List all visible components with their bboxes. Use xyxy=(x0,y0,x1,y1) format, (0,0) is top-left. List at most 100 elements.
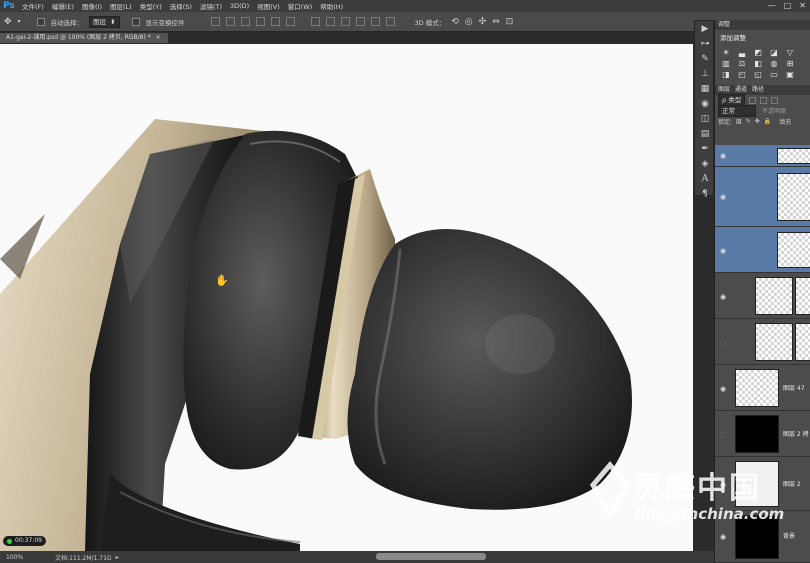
brightness-icon[interactable]: ☀ xyxy=(721,48,731,57)
navigator-icon[interactable]: ◈ xyxy=(695,156,715,171)
menu-edit[interactable]: 编辑(E) xyxy=(48,1,78,11)
clone-source-icon[interactable]: ⊥ xyxy=(695,66,715,81)
color-icon[interactable]: ◉ xyxy=(695,96,715,111)
lock-pixels-icon[interactable]: ▨ xyxy=(736,118,742,125)
auto-select-label: 自动选择： xyxy=(50,18,84,27)
distribute-left-icon[interactable] xyxy=(355,17,365,26)
menu-file[interactable]: 文件(F) xyxy=(18,1,48,11)
layer-row[interactable]: ◉ xyxy=(715,273,810,319)
curves-icon[interactable]: ◩ xyxy=(753,48,763,57)
tab-paths[interactable]: 路径 xyxy=(752,85,764,95)
distribute-vcenter-icon[interactable] xyxy=(325,17,335,26)
visibility-eye-icon[interactable]: ◉ xyxy=(720,193,728,201)
move-tool-icon[interactable]: ✥ xyxy=(4,17,12,27)
auto-select-checkbox[interactable] xyxy=(36,17,45,26)
color-balance-icon[interactable]: ⚖ xyxy=(737,59,747,68)
minimize-button[interactable]: — xyxy=(768,1,776,10)
align-hcenter-icon[interactable] xyxy=(270,17,280,26)
3d-roll-icon[interactable]: ◎ xyxy=(465,17,473,27)
paragraph-icon[interactable]: ¶ xyxy=(695,186,715,201)
3d-drag-icon[interactable]: ✣ xyxy=(479,17,487,27)
layer-row[interactable]: ◉ xyxy=(715,145,810,167)
adjust-panel-tabs: 调整 xyxy=(715,20,810,30)
black-white-icon[interactable]: ◧ xyxy=(753,59,763,68)
visibility-eye-icon[interactable]: ▢ xyxy=(720,431,728,439)
tool-preset-chevron-icon[interactable]: ▾ xyxy=(18,18,21,25)
maximize-button[interactable]: □ xyxy=(784,1,792,10)
tab-adjust[interactable]: 调整 xyxy=(718,20,730,30)
distribute-top-icon[interactable] xyxy=(310,17,320,26)
swatches-icon[interactable]: ▦ xyxy=(695,81,715,96)
visibility-eye-icon[interactable]: ▢ xyxy=(720,339,728,347)
threshold-icon[interactable]: ◱ xyxy=(753,70,763,79)
photo-filter-icon[interactable]: ◍ xyxy=(769,59,779,68)
status-arrow-icon[interactable]: ▸ xyxy=(116,554,119,561)
gradient-map-icon[interactable]: ▭ xyxy=(769,70,779,79)
show-transform-checkbox[interactable] xyxy=(131,17,140,26)
lock-row: 锁定: ▨ ✎ ✥ 🔒 填充 xyxy=(715,116,810,126)
layer-name: 图层 47 xyxy=(783,385,805,392)
align-vcenter-icon[interactable] xyxy=(225,17,235,26)
menu-layer[interactable]: 图层(L) xyxy=(106,1,136,11)
document-info[interactable]: 文档:111.2M/1.71G xyxy=(55,553,111,562)
close-button[interactable]: ✕ xyxy=(799,1,806,10)
info-icon[interactable]: ▤ xyxy=(695,126,715,141)
distribute-bottom-icon[interactable] xyxy=(340,17,350,26)
menu-help[interactable]: 帮助(H) xyxy=(316,1,347,11)
document-tab-close-icon[interactable]: × xyxy=(156,34,161,41)
lock-brush-icon[interactable]: ✎ xyxy=(746,118,751,125)
styles-icon[interactable]: ◫ xyxy=(695,111,715,126)
filter-pixel-icon[interactable] xyxy=(749,96,757,104)
layer-row[interactable]: ◉ xyxy=(715,227,810,273)
3d-slide-icon[interactable]: ⇔ xyxy=(492,17,500,27)
distribute-right-icon[interactable] xyxy=(385,17,395,26)
visibility-eye-icon[interactable]: ◉ xyxy=(720,385,728,393)
zoom-level[interactable]: 100% xyxy=(6,554,23,561)
posterize-icon[interactable]: ◰ xyxy=(737,70,747,79)
align-right-icon[interactable] xyxy=(285,17,295,26)
menu-image[interactable]: 图像(I) xyxy=(78,1,106,11)
menu-filter[interactable]: 滤镜(T) xyxy=(196,1,226,11)
blend-mode-dropdown[interactable]: 正常 xyxy=(718,104,756,117)
channel-mixer-icon[interactable]: ⊞ xyxy=(785,59,795,68)
3d-scale-icon[interactable]: ⊡ xyxy=(506,17,514,27)
history-icon[interactable]: ⊶ xyxy=(695,36,715,51)
vibrance-icon[interactable]: ▽ xyxy=(785,48,795,57)
lock-all-icon[interactable]: 🔒 xyxy=(764,118,771,125)
layer-thumbnail xyxy=(777,173,810,221)
align-bottom-icon[interactable] xyxy=(240,17,250,26)
filter-adjust-icon[interactable] xyxy=(760,96,768,104)
brush-preset-icon[interactable]: ✎ xyxy=(695,51,715,66)
levels-icon[interactable]: ▃ xyxy=(737,48,747,57)
menu-window[interactable]: 窗口(W) xyxy=(284,1,317,11)
document-tab[interactable]: A1-gai-2-课用.psd @ 100% (图层 2 拷贝, RGB/8) … xyxy=(0,33,168,43)
lock-move-icon[interactable]: ✥ xyxy=(755,118,760,125)
timer-value: 00:37:09 xyxy=(15,537,42,544)
layer-row[interactable]: ◉ 图层 47 xyxy=(715,365,810,411)
visibility-eye-icon[interactable]: ◉ xyxy=(720,152,728,160)
visibility-eye-icon[interactable]: ◉ xyxy=(720,293,728,301)
selective-color-icon[interactable]: ▣ xyxy=(785,70,795,79)
align-top-icon[interactable] xyxy=(210,17,220,26)
menu-select[interactable]: 选择(S) xyxy=(166,1,196,11)
exposure-icon[interactable]: ◪ xyxy=(769,48,779,57)
align-left-icon[interactable] xyxy=(255,17,265,26)
menu-3d[interactable]: 3D(D) xyxy=(226,2,253,10)
layer-row[interactable]: ▢ xyxy=(715,319,810,365)
horizontal-scrollbar[interactable] xyxy=(376,553,486,560)
auto-select-dropdown[interactable]: 图层 ⬍ xyxy=(89,15,120,28)
invert-icon[interactable]: ◨ xyxy=(721,70,731,79)
menu-view[interactable]: 视图(V) xyxy=(253,1,284,11)
brush-icon[interactable]: ✒ xyxy=(695,141,715,156)
document-tab-label: A1-gai-2-课用.psd @ 100% (图层 2 拷贝, RGB/8) … xyxy=(6,34,151,41)
distribute-hcenter-icon[interactable] xyxy=(370,17,380,26)
character-icon[interactable]: A xyxy=(695,171,715,186)
filter-type-icon[interactable] xyxy=(771,96,779,104)
layer-row[interactable]: ▢ 图层 2 拷 xyxy=(715,411,810,457)
play-icon[interactable]: ▶ xyxy=(695,21,715,36)
hue-icon[interactable]: ▥ xyxy=(721,59,731,68)
layer-row[interactable]: ◉ xyxy=(715,167,810,227)
3d-rotate-icon[interactable]: ⟲ xyxy=(451,17,459,27)
visibility-eye-icon[interactable]: ◉ xyxy=(720,247,728,255)
menu-type[interactable]: 类型(Y) xyxy=(136,1,166,11)
